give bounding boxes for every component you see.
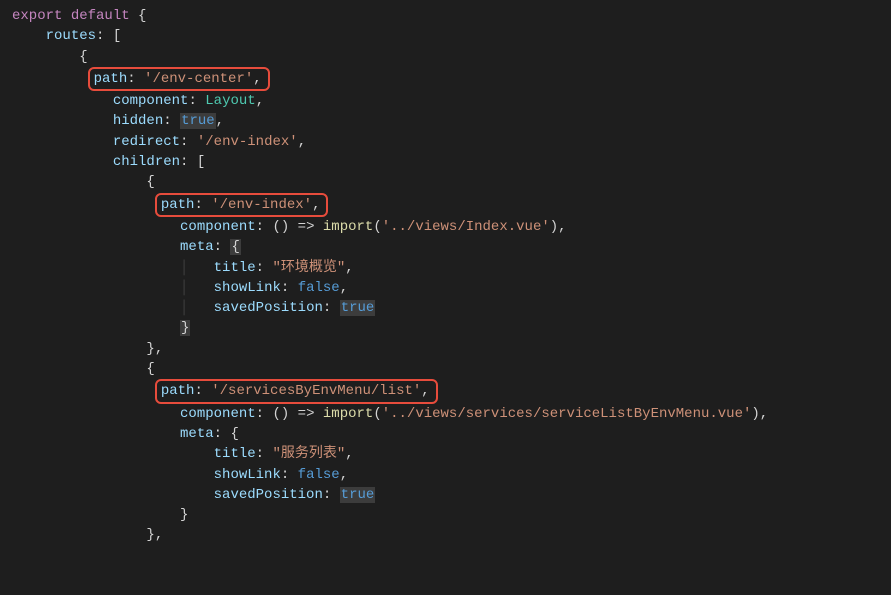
path-value: '/env-center' — [144, 71, 253, 87]
showlink-key: showLink — [214, 280, 281, 296]
code-line: │ title: "环境概览", — [0, 258, 891, 278]
code-line: path: '/env-index', — [0, 193, 891, 217]
path-key: path — [161, 197, 195, 213]
code-line: savedPosition: true — [0, 485, 891, 505]
code-line: } — [0, 505, 891, 525]
component-key: component — [180, 406, 256, 422]
code-line: { — [0, 47, 891, 67]
code-line: title: "服务列表", — [0, 444, 891, 464]
code-line: component: () => import('../views/Index.… — [0, 217, 891, 237]
routes-key: routes — [46, 28, 96, 44]
title-key: title — [214, 260, 256, 276]
showlink-value: false — [298, 280, 340, 296]
code-line: redirect: '/env-index', — [0, 132, 891, 152]
savedposition-key: savedPosition — [214, 300, 323, 316]
code-line: component: () => import('../views/servic… — [0, 404, 891, 424]
code-line: }, — [0, 525, 891, 545]
children-key: children — [113, 154, 180, 170]
code-line: { — [0, 172, 891, 192]
path-value: '/env-index' — [211, 197, 312, 213]
code-line: children: [ — [0, 152, 891, 172]
showlink-value: false — [298, 467, 340, 483]
code-line: export default { — [0, 6, 891, 26]
meta-key: meta — [180, 426, 214, 442]
code-line: │ savedPosition: true — [0, 298, 891, 318]
keyword-export: export — [12, 8, 62, 24]
import-fn: import — [323, 219, 373, 235]
savedposition-value: true — [340, 300, 376, 316]
redirect-value: '/env-index' — [197, 134, 298, 150]
code-line: meta: { — [0, 237, 891, 257]
highlight-box-env-index: path: '/env-index', — [155, 193, 329, 217]
code-editor[interactable]: export default { routes: [ { path: '/env… — [0, 6, 891, 546]
path-key: path — [161, 383, 195, 399]
code-line: routes: [ — [0, 26, 891, 46]
code-line: }, — [0, 339, 891, 359]
import-path: '../views/Index.vue' — [382, 219, 550, 235]
highlight-box-services: path: '/servicesByEnvMenu/list', — [155, 379, 438, 403]
code-line: path: '/env-center', — [0, 67, 891, 91]
savedposition-key: savedPosition — [214, 487, 323, 503]
code-line: } — [0, 318, 891, 338]
component-key: component — [180, 219, 256, 235]
code-line: │ showLink: false, — [0, 278, 891, 298]
hidden-key: hidden — [113, 113, 163, 129]
code-line: showLink: false, — [0, 465, 891, 485]
path-key: path — [94, 71, 128, 87]
savedposition-value: true — [340, 487, 376, 503]
showlink-key: showLink — [214, 467, 281, 483]
code-line: hidden: true, — [0, 111, 891, 131]
code-line: path: '/servicesByEnvMenu/list', — [0, 379, 891, 403]
title-value: "环境概览" — [272, 260, 345, 276]
path-value: '/servicesByEnvMenu/list' — [211, 383, 421, 399]
keyword-default: default — [71, 8, 130, 24]
component-value: Layout — [205, 93, 255, 109]
code-line: component: Layout, — [0, 91, 891, 111]
code-line: meta: { — [0, 424, 891, 444]
import-path: '../views/services/serviceListByEnvMenu.… — [382, 406, 752, 422]
component-key: component — [113, 93, 189, 109]
import-fn: import — [323, 406, 373, 422]
redirect-key: redirect — [113, 134, 180, 150]
title-key: title — [214, 446, 256, 462]
hidden-value: true — [180, 113, 216, 129]
title-value: "服务列表" — [272, 446, 345, 462]
highlight-box-env-center: path: '/env-center', — [88, 67, 270, 91]
meta-key: meta — [180, 239, 214, 255]
code-line: { — [0, 359, 891, 379]
